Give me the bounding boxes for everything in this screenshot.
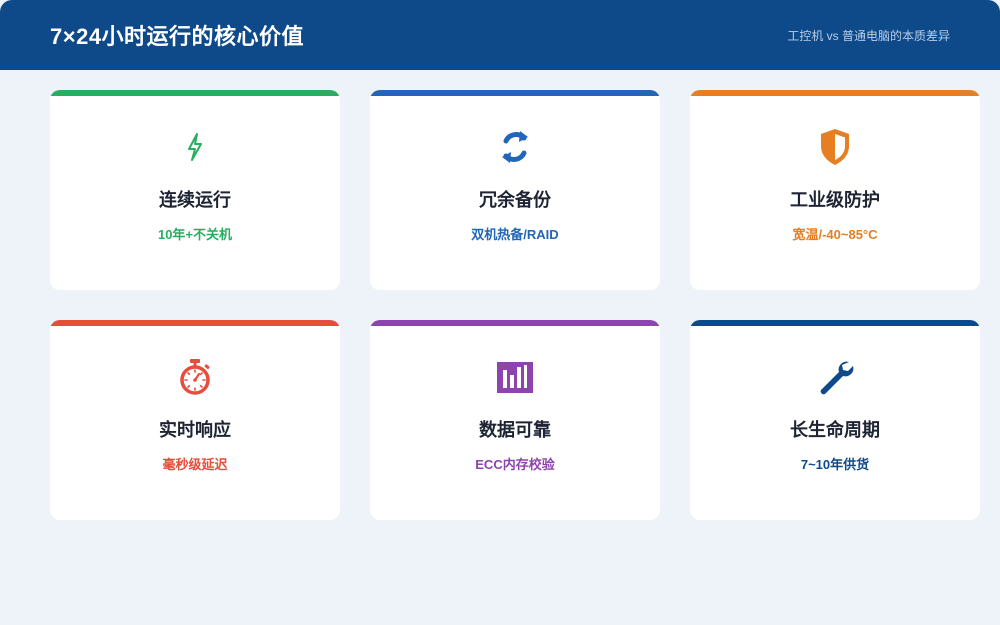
card-description: ECC内存校验: [475, 457, 555, 472]
lightning-icon: [174, 126, 216, 168]
card-realtime-response: 实时响应 毫秒级延迟: [50, 320, 340, 520]
card-continuous-operation: 连续运行 10年+不关机: [50, 90, 340, 290]
card-description: 7~10年供货: [800, 457, 870, 472]
wrench-icon: [814, 356, 856, 398]
header: 7×24小时运行的核心价值 工控机 vs 普通电脑的本质差异: [0, 0, 1000, 70]
bar-chart-icon: [494, 356, 536, 398]
card-accent-bar: [690, 320, 980, 326]
card-accent-bar: [370, 90, 660, 96]
card-title: 冗余备份: [479, 190, 551, 210]
card-description: 10年+不关机: [157, 227, 233, 242]
card-accent-bar: [370, 320, 660, 326]
card-industrial-protection: 工业级防护 宽温/-40~85°C: [690, 90, 980, 290]
card-title: 数据可靠: [479, 420, 551, 440]
card-title: 长生命周期: [790, 420, 880, 440]
stopwatch-icon: [174, 356, 216, 398]
card-long-lifecycle: 长生命周期 7~10年供货: [690, 320, 980, 520]
value-card-grid: 连续运行 10年+不关机 冗余备份 双机热备/RAID 工业级防护 宽温/-40…: [50, 90, 980, 520]
card-description: 毫秒级延迟: [162, 457, 228, 472]
card-accent-bar: [50, 320, 340, 326]
page-subtitle: 工控机 vs 普通电脑的本质差异: [787, 28, 950, 43]
card-redundant-backup: 冗余备份 双机热备/RAID: [370, 90, 660, 290]
card-title: 连续运行: [159, 190, 231, 210]
shield-icon: [814, 126, 856, 168]
card-description: 宽温/-40~85°C: [792, 227, 878, 242]
page: 7×24小时运行的核心价值 工控机 vs 普通电脑的本质差异 连续运行 10年+…: [0, 0, 1000, 625]
card-title: 工业级防护: [790, 190, 880, 210]
card-accent-bar: [50, 90, 340, 96]
card-data-reliability: 数据可靠 ECC内存校验: [370, 320, 660, 520]
page-title: 7×24小时运行的核心价值: [50, 24, 305, 49]
sync-icon: [494, 126, 536, 168]
card-description: 双机热备/RAID: [471, 227, 559, 242]
card-accent-bar: [690, 90, 980, 96]
card-title: 实时响应: [159, 420, 231, 440]
